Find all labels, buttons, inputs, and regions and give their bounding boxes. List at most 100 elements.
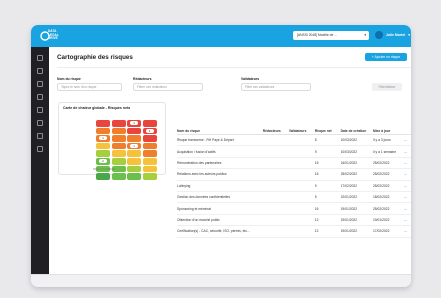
heatmap-cell[interactable] [111, 120, 126, 127]
heatmap-cell[interactable]: 4 [127, 120, 141, 127]
table-cell: Relations avec les acteurs publics [177, 168, 263, 181]
table-cell: 22/01/2022 [340, 191, 373, 204]
col-header[interactable]: Rédacteurs [262, 127, 289, 135]
table-cell [262, 168, 289, 181]
table-cell: Lobbying [177, 180, 263, 192]
reset-button[interactable]: Réinitialiser [372, 83, 402, 91]
heatmap-cell[interactable]: 2 [96, 158, 110, 165]
validators-select[interactable]: Filtre ces validateurs [241, 83, 311, 91]
table-cell: 25/02/2022 [340, 168, 373, 181]
table-row[interactable]: Risque transverse - RH Paye & Départ 8 10/… [177, 134, 411, 147]
editors-select[interactable]: Filtrer ces rédacteurs [133, 83, 203, 91]
heatmap-cell[interactable] [127, 173, 141, 180]
heatmap-cell[interactable] [142, 135, 157, 142]
table-cell [262, 191, 289, 204]
chevron-down-icon: ▾ [364, 33, 366, 37]
heatmap-cell[interactable] [96, 150, 110, 157]
heatmap-cell[interactable] [96, 142, 110, 150]
table-row[interactable]: Rémunération des partenaires 15 24/01/2022… [177, 157, 411, 170]
table-row[interactable]: Certification(s) - CAC, sécurité, ISO, p… [177, 225, 411, 238]
heatmap-cell[interactable] [127, 158, 141, 165]
heatmap-cell[interactable] [127, 165, 141, 173]
table-row[interactable]: Lobbying 9 17/02/2022 25/02/2022... [177, 180, 411, 192]
col-header[interactable]: Date de création [340, 127, 373, 135]
heatmap-cell[interactable] [127, 135, 141, 142]
table-cell: 16 [314, 202, 341, 215]
row-actions-button[interactable]: ... [404, 145, 411, 158]
table-cell: Sponsoring et mécénat [177, 202, 263, 215]
heatmap-cell[interactable] [142, 142, 157, 150]
col-header[interactable]: Mise à jour [372, 127, 404, 135]
heatmap-axis-caption: NIVEAU D'IMPACT [93, 168, 116, 171]
col-header[interactable]: Risque net [314, 127, 341, 135]
filter-validators-label: Validateurs [241, 77, 260, 81]
people-icon[interactable] [37, 133, 43, 139]
row-actions-button[interactable]: ... [404, 202, 411, 215]
chart-icon[interactable] [37, 120, 43, 126]
table-row[interactable]: Obtention d'un marché public 12 19/01/2022… [177, 214, 411, 227]
row-actions-button[interactable]: ... [404, 157, 411, 170]
home-icon[interactable] [37, 55, 43, 61]
heatmap-cell[interactable] [111, 127, 126, 135]
row-actions-button[interactable]: ... [404, 225, 411, 238]
dashboard-icon[interactable] [37, 68, 43, 74]
add-risk-button[interactable]: + Ajouter un risque [365, 53, 407, 61]
table-cell [262, 145, 289, 158]
heatmap-cell[interactable] [111, 158, 126, 165]
table-row[interactable]: Sponsoring et mécénat 16 19/01/2022 25/02/2… [177, 202, 411, 215]
heatmap-cell[interactable] [111, 142, 126, 150]
row-actions-button[interactable]: ... [404, 134, 411, 147]
heatmap-cell[interactable]: 1 [96, 135, 110, 142]
table-cell [288, 180, 315, 192]
heatmap-cell[interactable] [142, 165, 157, 173]
row-actions-button[interactable]: ... [404, 214, 411, 227]
heatmap-cell[interactable] [127, 150, 141, 157]
heatmap-cell[interactable] [111, 135, 126, 142]
document-icon[interactable] [37, 94, 43, 100]
table-body: Risque transverse - RH Paye & Départ 8 10/… [177, 134, 411, 238]
heatmap-cell[interactable]: 2 [142, 127, 157, 135]
heatmap-cell[interactable] [96, 120, 110, 127]
heatmap-cell[interactable] [111, 150, 126, 157]
row-actions-button[interactable]: ... [404, 168, 411, 181]
heatmap-cell[interactable] [111, 173, 126, 180]
table-cell: 18/02/2022 [372, 191, 404, 204]
workspace-label: [ANSSI 2048] Modèle de ... [297, 33, 337, 37]
workspace-select[interactable]: [ANSSI 2048] Modèle de ... ▾ [293, 31, 369, 40]
col-header[interactable]: Validateurs [288, 127, 315, 135]
logo-text: DATA LEGAL DRIVE [48, 29, 59, 41]
table-row[interactable]: Acquisition / fusion d'actifs 9 10/03/2022… [177, 145, 411, 158]
risk-name-input[interactable]: Tapez le nom d'un risque [57, 83, 122, 91]
settings-icon[interactable] [37, 146, 43, 152]
heatmap-title-text: Carte de chaleur globale - Risques nets [63, 106, 131, 110]
heatmap-cell[interactable] [96, 127, 110, 135]
folder-icon[interactable] [37, 81, 43, 87]
row-actions-button[interactable]: ... [404, 180, 411, 192]
table-cell: 16 [314, 168, 341, 181]
table-row[interactable]: Relations avec les acteurs publics 16 25/0… [177, 168, 411, 181]
table-cell [262, 157, 289, 170]
table-cell: 9 [314, 180, 341, 192]
table-cell [288, 134, 315, 147]
table-cell: 25/02/2022 [372, 168, 404, 181]
heatmap-cell[interactable] [142, 150, 157, 157]
heatmap-cell[interactable] [127, 127, 141, 135]
table-cell: 9 [314, 145, 341, 158]
table-cell: Rémunération des partenaires [177, 157, 263, 170]
heatmap-cell[interactable] [142, 120, 157, 127]
table-cell [288, 191, 315, 204]
table-cell: Acquisition / fusion d'actifs [177, 145, 263, 158]
col-header[interactable]: Nom du risque [177, 127, 263, 135]
browser-frame: DATA LEGAL DRIVE [ANSSI 2048] Modèle de … [31, 25, 411, 287]
heatmap-title: Carte de chaleur globale - Risques nets [63, 106, 130, 110]
shield-icon[interactable] [37, 107, 43, 113]
heatmap-cell[interactable] [96, 173, 110, 180]
heatmap-cell[interactable] [142, 173, 157, 180]
user-menu[interactable]: Julie Martel ▾ [375, 31, 410, 40]
heatmap-cell[interactable]: 1 [127, 142, 141, 150]
heatmap-count-badge: 2 [145, 128, 154, 133]
row-actions-button[interactable]: ... [404, 191, 411, 204]
heatmap-cell[interactable] [142, 158, 157, 165]
table-row[interactable]: Gestion des données confidentielles 5 22/0… [177, 191, 411, 204]
table-cell: Il y a 3 jours [372, 134, 404, 147]
